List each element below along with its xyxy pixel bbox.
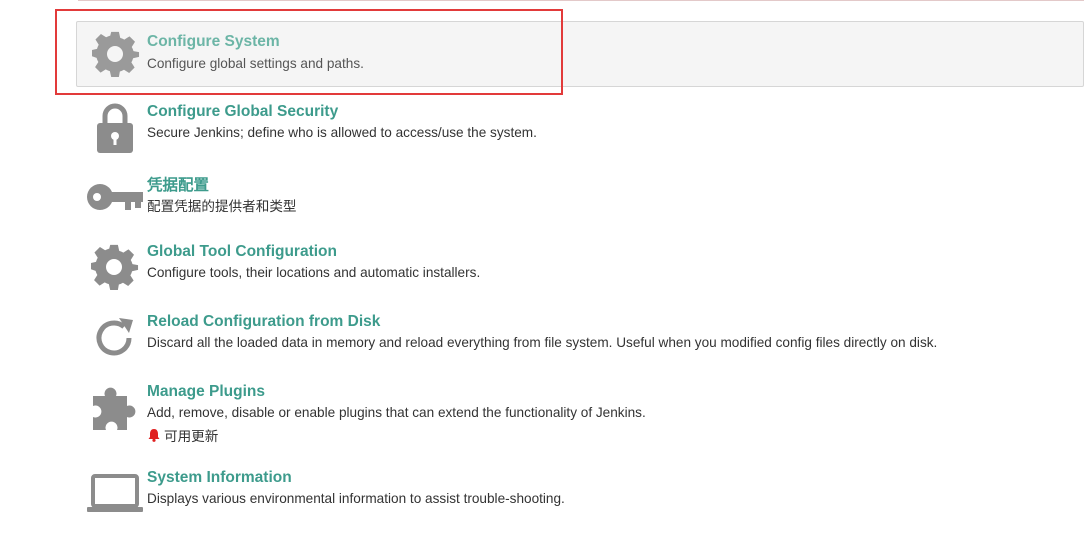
lock-icon [86,101,144,155]
configure-system-description: Configure global settings and paths. [147,56,364,71]
reload-configuration-description: Discard all the loaded data in memory an… [147,335,938,350]
manage-plugins-description: Add, remove, disable or enable plugins t… [147,405,646,420]
configure-global-security-description: Secure Jenkins; define who is allowed to… [147,125,537,140]
updates-available-label: 可用更新 [164,429,219,444]
puzzle-icon [86,381,144,435]
global-tool-configuration-description: Configure tools, their locations and aut… [147,265,481,280]
gear-icon [86,243,144,293]
global-tool-configuration-link[interactable]: Global Tool Configuration [147,243,337,261]
updates-available-notice[interactable]: 可用更新 [147,425,218,445]
manage-item-global-tool-configuration[interactable]: Global Tool Configuration Configure tool… [78,237,1084,301]
manage-plugins-link[interactable]: Manage Plugins [147,383,265,401]
manage-item-configure-system[interactable]: Configure System Configure global settin… [76,21,1084,87]
system-information-description: Displays various environmental informati… [147,491,565,506]
manage-item-manage-plugins[interactable]: Manage Plugins Add, remove, disable or e… [78,377,1084,447]
reload-icon [86,313,144,363]
key-icon [86,177,144,217]
manage-item-reload-configuration[interactable]: Reload Configuration from Disk Discard a… [78,307,1084,371]
credentials-link[interactable]: 凭据配置 [147,173,209,195]
configure-system-link[interactable]: Configure System [147,33,280,51]
top-divider [78,0,1084,1]
laptop-icon [86,471,144,517]
gear-icon [87,31,145,78]
bell-icon [147,428,161,442]
manage-item-system-information[interactable]: System Information Displays various envi… [78,463,1084,523]
credentials-description: 配置凭据的提供者和类型 [147,199,297,214]
reload-configuration-link[interactable]: Reload Configuration from Disk [147,313,380,331]
manage-item-credentials[interactable]: 凭据配置 配置凭据的提供者和类型 [78,167,1084,223]
manage-item-configure-global-security[interactable]: Configure Global Security Secure Jenkins… [78,97,1084,161]
system-information-link[interactable]: System Information [147,469,292,487]
configure-global-security-link[interactable]: Configure Global Security [147,103,338,121]
